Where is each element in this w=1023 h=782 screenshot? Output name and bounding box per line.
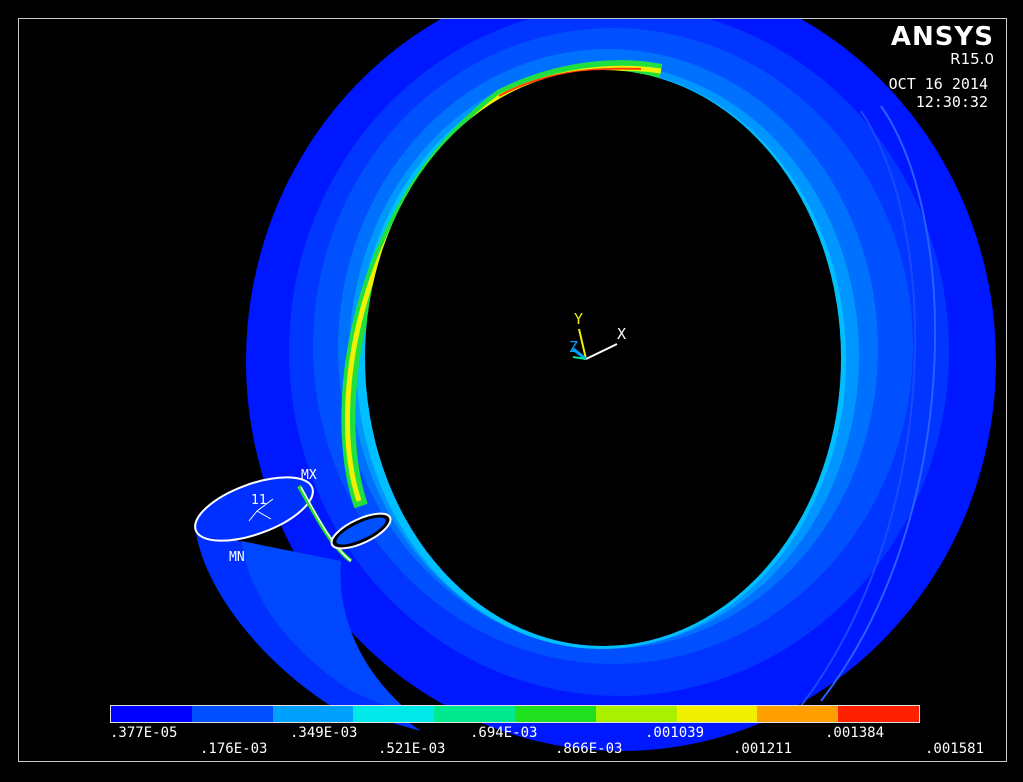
legend-tick-bottom-4: .001211 xyxy=(733,741,793,757)
legend-tick-top-4: .001039 xyxy=(645,725,705,741)
date-label: OCT 16 2014 xyxy=(888,75,988,93)
legend-band-10 xyxy=(838,706,920,722)
timestamp: OCT 16 2014 12:30:32 xyxy=(889,75,988,111)
contour-plot xyxy=(19,19,996,761)
triad-y-label: Y xyxy=(574,310,584,328)
ansys-brand: ANSYS R15.0 xyxy=(891,23,994,67)
legend-band-2 xyxy=(191,706,274,722)
legend-tick-bottom-2: .521E-03 xyxy=(378,741,446,757)
max-label: MX xyxy=(301,468,317,483)
legend-band-3 xyxy=(272,706,354,722)
time-label: 12:30:32 xyxy=(915,93,988,111)
triad-z-label: Z xyxy=(569,338,579,356)
legend-band-4 xyxy=(353,706,435,722)
release-label: R15.0 xyxy=(950,50,994,68)
legend-band-1 xyxy=(111,706,193,722)
brand-name: ANSYS xyxy=(890,22,994,52)
torus-inner-hole xyxy=(365,70,841,646)
legend-band-6 xyxy=(515,706,597,722)
triad-x-label: X xyxy=(617,325,627,343)
legend-band-5 xyxy=(434,706,516,722)
contour-legend-bar xyxy=(110,705,920,723)
legend-tick-bottom-3: .866E-03 xyxy=(555,741,623,757)
legend-band-7 xyxy=(595,706,678,722)
legend-tick-top-1: .377E-05 xyxy=(110,725,178,741)
node-label: 11 xyxy=(251,493,267,508)
legend-tick-top-3: .694E-03 xyxy=(470,725,538,741)
legend-band-8 xyxy=(676,706,758,722)
graphics-viewport[interactable]: ANSYS R15.0 OCT 16 2014 12:30:32 MX MN 1… xyxy=(18,18,1007,762)
legend-tick-bottom-5: .001581 xyxy=(925,741,985,757)
legend-tick-bottom-1: .176E-03 xyxy=(200,741,268,757)
legend-tick-top-5: .001384 xyxy=(825,725,885,741)
min-label: MN xyxy=(229,550,245,565)
legend-tick-top-2: .349E-03 xyxy=(290,725,358,741)
legend-band-9 xyxy=(757,706,839,722)
